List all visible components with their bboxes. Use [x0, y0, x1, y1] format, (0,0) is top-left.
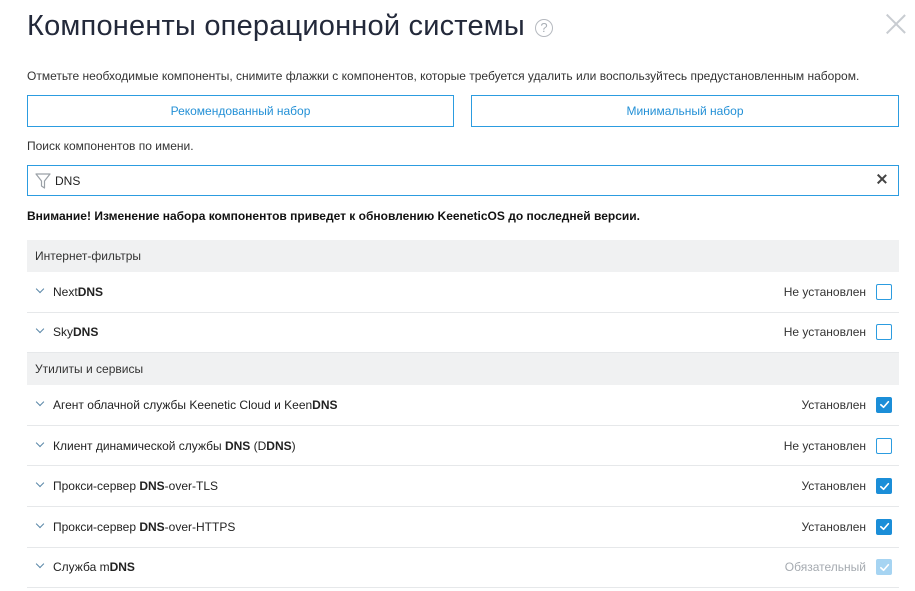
group-header: Утилиты и сервисы: [27, 353, 899, 386]
component-name-part: Клиент динамической службы: [53, 438, 225, 453]
component-checkbox: [876, 559, 892, 576]
component-status: Не установлен: [783, 325, 866, 340]
dialog-title: Компоненты операционной системы: [27, 10, 525, 42]
component-name: Агент облачной службы Keenetic Cloud и K…: [53, 398, 801, 412]
funnel-icon: [35, 172, 51, 189]
component-checkbox[interactable]: [876, 437, 892, 454]
component-name-part: Sky: [53, 325, 74, 340]
help-icon[interactable]: ?: [534, 18, 553, 37]
chevron-down-icon[interactable]: [36, 480, 44, 488]
component-name: Прокси-сервер DNS-over-TLS: [53, 479, 801, 493]
component-name-part: (D: [250, 438, 267, 453]
search-input[interactable]: DNS: [27, 165, 899, 196]
minimal-set-button[interactable]: Минимальный набор: [471, 95, 899, 127]
recommended-set-button[interactable]: Рекомендованный набор: [27, 95, 454, 127]
component-name-part: Прокси-сервер: [53, 479, 140, 494]
component-name: Служба mDNS: [53, 560, 785, 574]
component-row[interactable]: Прокси-сервер DNS-over-HTTPS Установлен: [27, 507, 899, 548]
search-value[interactable]: DNS: [55, 174, 80, 188]
chevron-down-icon[interactable]: [36, 286, 44, 294]
checkmark-icon: [879, 523, 889, 531]
checkmark-icon: [879, 401, 889, 409]
component-name: NextDNS: [53, 285, 784, 299]
component-name-part: -over-TLS: [164, 479, 219, 494]
component-status: Установлен: [801, 397, 866, 412]
component-status: Не установлен: [783, 438, 866, 453]
chevron-down-icon[interactable]: [36, 399, 44, 407]
component-row[interactable]: Клиент динамической службы DNS (DDNS) Не …: [27, 426, 899, 467]
group-header: Интернет-фильтры: [27, 240, 899, 272]
search-match-highlight: DNS: [224, 438, 251, 453]
component-status: Установлен: [801, 519, 866, 534]
dialog-hint: Отметьте необходимые компоненты, снимите…: [27, 69, 860, 83]
component-checkbox[interactable]: [876, 478, 892, 495]
clear-icon[interactable]: [875, 172, 889, 186]
component-status: Обязательный: [784, 560, 866, 575]
checkmark-icon: [879, 563, 889, 571]
chevron-down-icon[interactable]: [36, 561, 44, 569]
component-row[interactable]: SkyDNS Не установлен: [27, 313, 899, 354]
component-list: Интернет-фильтры NextDNS Не установлен SkyD…: [27, 240, 899, 589]
component-name-part: Агент облачной службы Keenetic Cloud и K…: [53, 397, 313, 412]
chevron-down-icon[interactable]: [36, 440, 44, 448]
component-checkbox[interactable]: [876, 283, 892, 300]
component-name-part: Служба m: [53, 560, 110, 575]
component-name-part: Next: [53, 284, 78, 299]
search-label: Поиск компонентов по имени.: [27, 139, 194, 153]
chevron-down-icon[interactable]: [36, 521, 44, 529]
component-name: SkyDNS: [53, 325, 784, 339]
search-match-highlight: DNS: [139, 479, 165, 494]
component-checkbox[interactable]: [876, 324, 892, 341]
update-warning: Внимание! Изменение набора компонентов п…: [27, 209, 640, 223]
search-match-highlight: DNS: [73, 325, 99, 340]
search-match-highlight: DNS: [266, 438, 292, 453]
component-name-part: ): [291, 438, 296, 453]
component-row[interactable]: NextDNS Не установлен: [27, 272, 899, 313]
search-match-highlight: DNS: [139, 519, 165, 534]
component-name: Прокси-сервер DNS-over-HTTPS: [53, 520, 801, 534]
search-match-highlight: DNS: [109, 560, 135, 575]
search-match-highlight: DNS: [77, 284, 104, 299]
component-name-part: -over-HTTPS: [164, 519, 236, 534]
component-row[interactable]: Агент облачной службы Keenetic Cloud и K…: [27, 385, 899, 426]
component-row[interactable]: Служба mDNS Обязательный: [27, 548, 899, 589]
chevron-down-icon[interactable]: [36, 326, 44, 334]
component-name-part: Прокси-сервер: [53, 519, 140, 534]
component-status: Установлен: [801, 479, 866, 494]
checkmark-icon: [879, 482, 889, 490]
component-checkbox[interactable]: [876, 518, 892, 535]
component-status: Не установлен: [783, 284, 866, 299]
component-name: Клиент динамической службы DNS (DDNS): [53, 439, 784, 453]
close-icon[interactable]: [886, 14, 906, 34]
dialog-header: Компоненты операционной системы ?: [27, 10, 553, 43]
search-match-highlight: DNS: [312, 397, 338, 412]
component-checkbox[interactable]: [876, 396, 892, 413]
component-row[interactable]: Прокси-сервер DNS-over-TLS Установлен: [27, 466, 899, 507]
